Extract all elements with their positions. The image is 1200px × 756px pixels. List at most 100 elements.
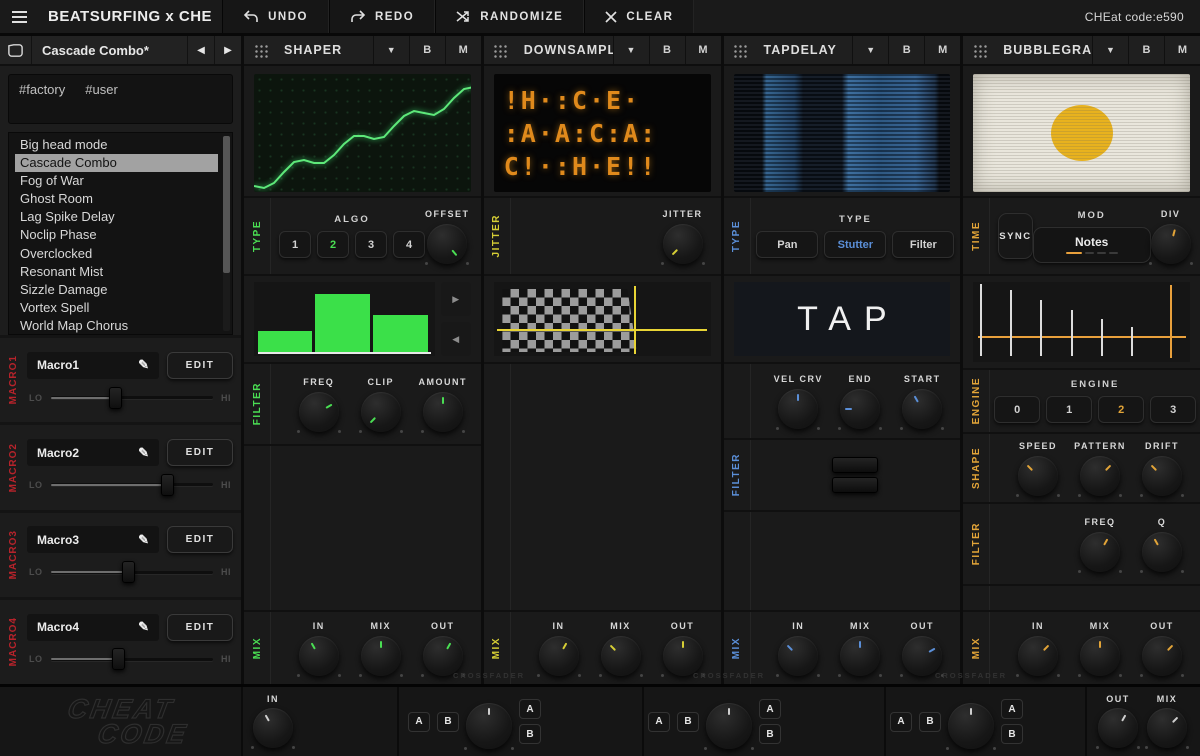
mix-knob[interactable]: MIX bbox=[355, 621, 407, 676]
crossfader-3-a-button[interactable]: A bbox=[890, 712, 912, 732]
crossfader-3-a-assign-button[interactable]: A bbox=[1001, 699, 1023, 719]
save-preset-button[interactable] bbox=[0, 36, 32, 64]
mix-knob[interactable]: MIX bbox=[834, 621, 886, 676]
edit-pencil-icon[interactable]: ✎ bbox=[138, 532, 149, 548]
out-knob[interactable]: OUT bbox=[417, 621, 469, 676]
freq-knob[interactable]: FREQ bbox=[1074, 517, 1126, 572]
downsampler-mute-button[interactable]: M bbox=[685, 36, 721, 64]
filter-slider-1-handle[interactable] bbox=[832, 457, 878, 473]
macro-3-edit-button[interactable]: EDIT bbox=[167, 526, 233, 553]
drag-handle-icon[interactable] bbox=[724, 36, 756, 64]
macro-3-slider[interactable] bbox=[51, 561, 214, 583]
step-shift-right-button[interactable]: ▶ bbox=[441, 282, 471, 316]
preset-item[interactable]: Resonant Mist bbox=[15, 263, 218, 281]
type-button-stutter[interactable]: Stutter bbox=[824, 231, 886, 258]
edit-pencil-icon[interactable]: ✎ bbox=[138, 357, 149, 373]
crossfader-2-knob[interactable] bbox=[706, 703, 752, 749]
current-preset-name[interactable]: Cascade Combo* bbox=[32, 36, 187, 64]
speed-knob[interactable]: SPEED bbox=[1012, 441, 1064, 496]
clip-knob[interactable]: CLIP bbox=[355, 377, 407, 432]
bubblegrains-collapse-button[interactable]: ▼ bbox=[1092, 36, 1128, 64]
clear-button[interactable]: CLEAR bbox=[584, 0, 694, 33]
crossfader-2-a-assign-button[interactable]: A bbox=[759, 699, 781, 719]
out-knob[interactable]: OUT bbox=[657, 621, 709, 676]
downsampler-bypass-button[interactable]: B bbox=[649, 36, 685, 64]
macro-4-name-field[interactable]: Macro4✎ bbox=[27, 614, 159, 641]
bubble-lines-canvas[interactable] bbox=[973, 282, 1190, 362]
mix-knob[interactable]: MIX bbox=[595, 621, 647, 676]
jitter-knob[interactable]: JITTER bbox=[657, 209, 709, 264]
q-knob[interactable]: Q bbox=[1136, 517, 1188, 572]
mix-knob[interactable]: MIX bbox=[1074, 621, 1126, 676]
in-knob[interactable]: IN bbox=[772, 621, 824, 676]
preset-item[interactable]: Vortex Spell bbox=[15, 299, 218, 317]
out-knob[interactable]: OUT bbox=[1136, 621, 1188, 676]
start-knob[interactable]: START bbox=[896, 374, 948, 429]
master-out-knob[interactable]: OUT bbox=[1091, 694, 1145, 748]
preset-item[interactable]: Big head mode bbox=[15, 136, 218, 154]
drift-knob[interactable]: DRIFT bbox=[1136, 441, 1188, 496]
algo-button-4[interactable]: 4 bbox=[393, 231, 425, 258]
crossfader-3-knob[interactable] bbox=[948, 703, 994, 749]
tapdelay-bypass-button[interactable]: B bbox=[888, 36, 924, 64]
shaper-collapse-button[interactable]: ▼ bbox=[373, 36, 409, 64]
preset-list[interactable]: Big head modeCascade ComboFog of WarGhos… bbox=[8, 132, 233, 335]
shaper-mute-button[interactable]: M bbox=[445, 36, 481, 64]
macro-2-name-field[interactable]: Macro2✎ bbox=[27, 439, 159, 466]
engine-button-2[interactable]: 2 bbox=[1098, 396, 1144, 423]
crossfader-2-b-assign-button[interactable]: B bbox=[759, 724, 781, 744]
randomize-button[interactable]: RANDOMIZE bbox=[435, 0, 584, 33]
preset-item[interactable]: Cascade Combo bbox=[15, 154, 218, 172]
menu-button[interactable] bbox=[0, 0, 38, 33]
engine-button-3[interactable]: 3 bbox=[1150, 396, 1196, 423]
out-knob[interactable]: OUT bbox=[896, 621, 948, 676]
crossfader-3-b-assign-button[interactable]: B bbox=[1001, 724, 1023, 744]
redo-button[interactable]: REDO bbox=[329, 0, 435, 33]
crossfader-1-a-button[interactable]: A bbox=[408, 712, 430, 732]
shaper-step-canvas[interactable] bbox=[254, 282, 435, 356]
drag-handle-icon[interactable] bbox=[963, 36, 995, 64]
freq-knob[interactable]: FREQ bbox=[293, 377, 345, 432]
end-knob[interactable]: END bbox=[834, 374, 886, 429]
tag-factory[interactable]: #factory bbox=[19, 82, 65, 97]
edit-pencil-icon[interactable]: ✎ bbox=[138, 445, 149, 461]
type-button-pan[interactable]: Pan bbox=[756, 231, 818, 258]
next-preset-button[interactable]: ▶ bbox=[214, 36, 241, 64]
preset-item[interactable]: Ghost Room bbox=[15, 190, 218, 208]
preset-item[interactable]: Fog of War bbox=[15, 172, 218, 190]
crossfader-2-a-button[interactable]: A bbox=[648, 712, 670, 732]
crossfader-1-b-button[interactable]: B bbox=[437, 712, 459, 732]
macro-1-name-field[interactable]: Macro1✎ bbox=[27, 352, 159, 379]
master-mix-knob[interactable]: MIX bbox=[1140, 694, 1194, 748]
macro-3-name-field[interactable]: Macro3✎ bbox=[27, 526, 159, 553]
engine-button-0[interactable]: 0 bbox=[994, 396, 1040, 423]
tap-tempo-pad[interactable]: TAP bbox=[734, 282, 951, 356]
shaper-step-bar[interactable] bbox=[258, 331, 312, 352]
amount-knob[interactable]: AMOUNT bbox=[417, 377, 469, 432]
undo-button[interactable]: UNDO bbox=[222, 0, 329, 33]
macro-3-slider-handle[interactable] bbox=[122, 561, 135, 583]
div-knob[interactable]: DIV bbox=[1151, 209, 1191, 264]
in-knob[interactable]: IN bbox=[293, 621, 345, 676]
tapdelay-collapse-button[interactable]: ▼ bbox=[852, 36, 888, 64]
bubblegrains-bypass-button[interactable]: B bbox=[1128, 36, 1164, 64]
preset-item[interactable]: Sizzle Damage bbox=[15, 281, 218, 299]
crossfader-1-a-assign-button[interactable]: A bbox=[519, 699, 541, 719]
scrollbar-thumb[interactable] bbox=[223, 136, 230, 273]
type-button-filter[interactable]: Filter bbox=[892, 231, 954, 258]
preset-item[interactable]: Overclocked bbox=[15, 245, 218, 263]
algo-button-3[interactable]: 3 bbox=[355, 231, 387, 258]
master-in-knob[interactable]: IN bbox=[246, 694, 300, 748]
crossfader-2-b-button[interactable]: B bbox=[677, 712, 699, 732]
bubblegrains-mute-button[interactable]: M bbox=[1164, 36, 1200, 64]
in-knob[interactable]: IN bbox=[533, 621, 585, 676]
crossfader-3-b-button[interactable]: B bbox=[919, 712, 941, 732]
macro-1-slider-handle[interactable] bbox=[109, 387, 122, 409]
crossfader-1-b-assign-button[interactable]: B bbox=[519, 724, 541, 744]
macro-2-slider-handle[interactable] bbox=[161, 474, 174, 496]
crossfader-1-knob[interactable] bbox=[466, 703, 512, 749]
shaper-bypass-button[interactable]: B bbox=[409, 36, 445, 64]
macro-4-slider[interactable] bbox=[51, 648, 214, 670]
algo-button-1[interactable]: 1 bbox=[279, 231, 311, 258]
sync-button[interactable]: SYNC bbox=[998, 213, 1032, 259]
